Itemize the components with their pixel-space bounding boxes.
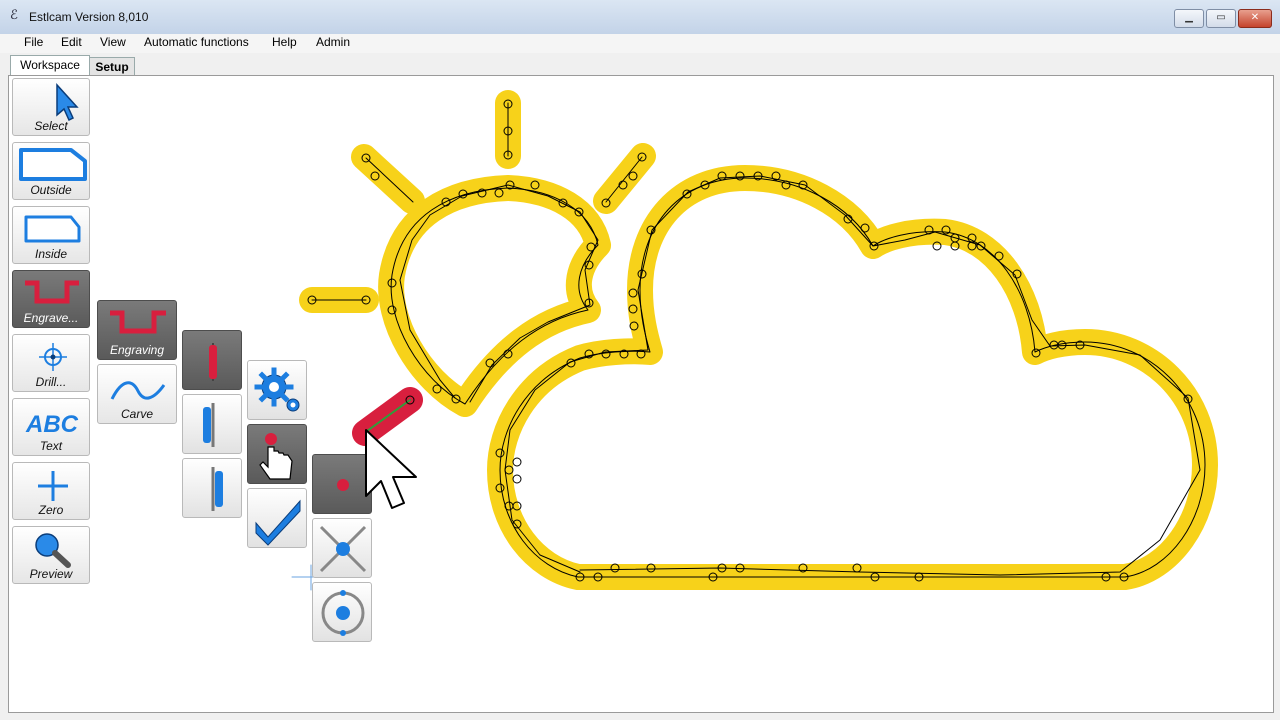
engrave-tool-button[interactable]: Engrave... <box>12 270 90 328</box>
preview-tool-label: Preview <box>29 567 73 581</box>
checkmark-icon <box>255 499 301 546</box>
engrave-tool-label: Engrave... <box>23 311 79 325</box>
drill-tool-label: Drill... <box>35 375 67 389</box>
zero-tool-label: Zero <box>38 503 64 517</box>
text-tool-label: Text <box>39 439 63 453</box>
confirm-button[interactable] <box>247 488 307 548</box>
outside-tool-label: Outside <box>30 183 72 197</box>
engraving-button[interactable]: Engraving <box>97 300 177 360</box>
settings-button[interactable] <box>247 360 307 420</box>
gears-icon <box>254 367 300 412</box>
carve-button[interactable]: Carve <box>97 364 177 424</box>
snap-intersection-button[interactable] <box>312 518 372 578</box>
carve-label: Carve <box>120 407 153 421</box>
inside-tool-button[interactable]: Inside <box>12 206 90 264</box>
vertical-bar-blue-right-icon <box>211 467 223 511</box>
snap-circle-center-button[interactable] <box>312 582 372 642</box>
depth-option-2-button[interactable] <box>182 394 242 454</box>
engraving-label: Engraving <box>109 343 165 357</box>
select-tool-button[interactable]: Select <box>12 78 90 136</box>
intersection-icon <box>319 525 367 573</box>
hand-pointer-icon <box>259 433 293 480</box>
depth-option-1-button[interactable] <box>182 330 242 390</box>
snap-point-button[interactable] <box>312 454 372 514</box>
vertical-bar-red-icon <box>209 343 217 381</box>
vertical-bar-blue-left-icon <box>203 403 215 447</box>
depth-option-3-button[interactable] <box>182 458 242 518</box>
drill-tool-button[interactable]: Drill... <box>12 334 90 392</box>
text-tool-button[interactable]: ABC Text <box>12 398 90 456</box>
preview-tool-button[interactable]: Preview <box>12 526 90 584</box>
mouse-cursor-icon <box>365 429 417 509</box>
outside-tool-button[interactable]: Outside <box>12 142 90 200</box>
select-tool-label: Select <box>34 119 68 133</box>
inside-tool-label: Inside <box>34 247 68 261</box>
zero-tool-button[interactable]: Zero <box>12 462 90 520</box>
manual-select-button[interactable] <box>247 424 307 484</box>
svg-text:ABC: ABC <box>25 411 79 438</box>
circle-center-icon <box>321 590 365 636</box>
